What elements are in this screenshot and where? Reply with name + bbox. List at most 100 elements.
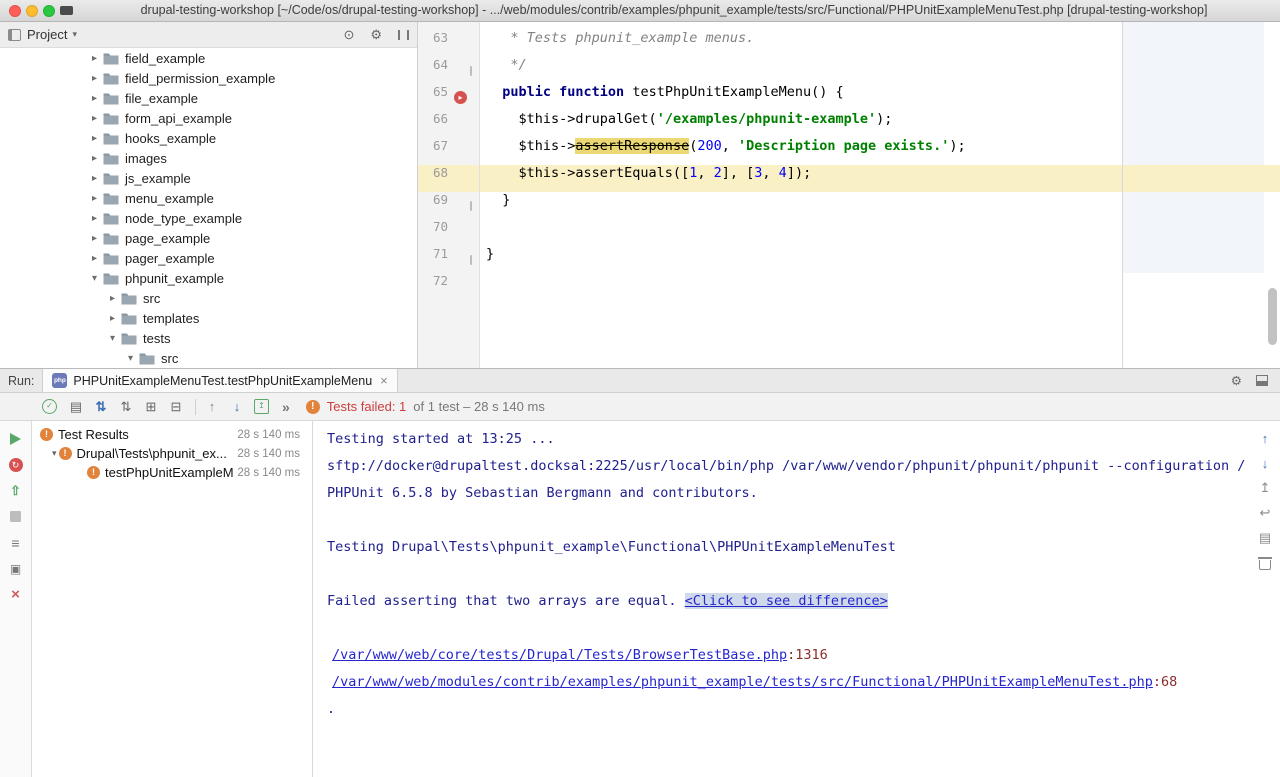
code-line-66[interactable]: $this->drupalGet('/examples/phpunit-exam…	[480, 111, 1280, 138]
rerun-failed-tests-button[interactable]: ↻	[9, 457, 23, 472]
code-line-68-current[interactable]: $this->assertEquals([1, 2], [3, 4]);	[480, 165, 1280, 192]
project-tree-item[interactable]: ▸ images	[0, 148, 417, 168]
disclosure-triangle-icon[interactable]: ▸	[88, 153, 101, 164]
disclosure-triangle-icon[interactable]: ▾	[88, 273, 101, 284]
locate-icon[interactable]: ⊙	[343, 27, 354, 43]
code-area[interactable]: * Tests phpunit_example menus. */ public…	[480, 30, 1280, 300]
line-number[interactable]: 71	[420, 246, 448, 273]
pin-tab-button[interactable]: ▣	[10, 561, 21, 576]
disclosure-triangle-icon[interactable]: ▸	[88, 233, 101, 244]
code-line-67[interactable]: $this->assertResponse(200, 'Description …	[480, 138, 1280, 165]
fold-marker-icon[interactable]	[470, 255, 472, 265]
project-tree-item[interactable]: ▸ node_type_example	[0, 208, 417, 228]
gear-icon[interactable]: ⚙	[370, 27, 382, 43]
disclosure-triangle-icon[interactable]: ▸	[88, 173, 101, 184]
import-test-results-icon[interactable]: ↥	[254, 399, 269, 414]
project-tree-item[interactable]: ▸ src	[0, 288, 417, 308]
scroll-up-icon[interactable]: ↑	[1262, 431, 1269, 445]
toggle-auto-test-button[interactable]: ⇧	[10, 483, 21, 498]
disclosure-triangle-icon[interactable]: ▸	[88, 53, 101, 64]
hide-passed-icon[interactable]: ✓	[42, 399, 57, 414]
code-line-65[interactable]: public function testPhpUnitExampleMenu()…	[480, 84, 1280, 111]
sort-alphabetically-icon[interactable]: ⇅	[118, 399, 134, 415]
scroll-down-icon[interactable]: ↓	[1262, 456, 1269, 470]
export-icon[interactable]: ↥	[1260, 481, 1271, 495]
fold-marker-icon[interactable]	[470, 201, 472, 211]
rerun-button[interactable]	[10, 431, 21, 446]
project-tree-item[interactable]: ▸ pager_example	[0, 248, 417, 268]
see-difference-link[interactable]: <Click to see difference>	[685, 593, 888, 609]
test-tree-row[interactable]: ! testPhpUnitExampleM 28 s 140 ms	[33, 463, 312, 482]
test-tree-row[interactable]: ▾ ! Drupal\Tests\phpunit_ex... 28 s 140 …	[33, 444, 312, 463]
disclosure-triangle-icon[interactable]: ▸	[88, 133, 101, 144]
line-number[interactable]: 66	[420, 111, 448, 138]
disclosure-triangle-icon[interactable]: ▸	[106, 313, 119, 324]
disclosure-triangle-icon[interactable]: ▸	[88, 93, 101, 104]
fold-marker-icon[interactable]	[470, 66, 472, 76]
editor[interactable]: 63 64 65 ▸ 66 67 68 69 70 71 72 * Tests p…	[418, 22, 1280, 368]
disclosure-triangle-icon[interactable]: ▾	[52, 448, 57, 459]
soft-wrap-icon[interactable]: ↩	[1260, 506, 1271, 520]
disclosure-triangle-icon[interactable]: ▸	[88, 73, 101, 84]
run-tab[interactable]: php PHPUnitExampleMenuTest.testPhpUnitEx…	[42, 369, 397, 392]
line-number[interactable]: 69	[420, 192, 448, 219]
line-number[interactable]: 64	[420, 57, 448, 84]
project-tree-item[interactable]: ▾ phpunit_example	[0, 268, 417, 288]
disclosure-triangle-icon[interactable]: ▸	[88, 253, 101, 264]
restore-layout-button[interactable]: ≡	[11, 535, 19, 550]
project-tree-item[interactable]: ▸ js_example	[0, 168, 417, 188]
more-actions-chevron-icon[interactable]: »	[282, 399, 290, 415]
close-run-panel-button[interactable]: ×	[11, 587, 20, 602]
stacktrace-link[interactable]: /var/www/web/core/tests/Drupal/Tests/Bro…	[332, 647, 787, 663]
line-number[interactable]: 65	[420, 84, 448, 111]
project-tree-item[interactable]: ▸ file_example	[0, 88, 417, 108]
minimize-window-button[interactable]	[26, 5, 38, 17]
project-tree-item[interactable]: ▸ page_example	[0, 228, 417, 248]
line-number[interactable]: 63	[420, 30, 448, 57]
code-line-64[interactable]: */	[480, 57, 1280, 84]
chevron-down-icon[interactable]: ▾	[72, 29, 77, 40]
zoom-window-button[interactable]	[43, 5, 55, 17]
disclosure-triangle-icon[interactable]: ▸	[88, 193, 101, 204]
project-tree-item[interactable]: ▸ field_permission_example	[0, 68, 417, 88]
expand-all-icon[interactable]: ⊞	[143, 399, 159, 415]
show-passed-console-icon[interactable]: ▤	[68, 399, 84, 415]
disclosure-triangle-icon[interactable]: ▸	[106, 293, 119, 304]
failed-test-run-icon[interactable]: ▸	[454, 91, 467, 104]
print-icon[interactable]: ▤	[1259, 531, 1271, 545]
hide-panel-icon[interactable]	[398, 30, 409, 40]
hide-panel-icon[interactable]	[1256, 375, 1268, 386]
line-number[interactable]: 70	[420, 219, 448, 246]
disclosure-triangle-icon[interactable]: ▾	[106, 333, 119, 344]
code-line-63[interactable]: * Tests phpunit_example menus.	[480, 30, 1280, 57]
project-tree-item[interactable]: ▾ src	[0, 348, 417, 368]
project-tree-item[interactable]: ▾ tests	[0, 328, 417, 348]
line-number[interactable]: 67	[420, 138, 448, 165]
stacktrace-link[interactable]: /var/www/web/modules/contrib/examples/ph…	[332, 674, 1153, 690]
project-panel-title[interactable]: Project	[27, 27, 67, 42]
project-tree-item[interactable]: ▸ form_api_example	[0, 108, 417, 128]
test-tree-row[interactable]: ! Test Results 28 s 140 ms	[33, 425, 312, 444]
close-tab-icon[interactable]: ×	[380, 373, 388, 388]
collapse-all-icon[interactable]: ⊟	[168, 399, 184, 415]
editor-gutter[interactable]: 63 64 65 ▸ 66 67 68 69 70 71 72	[418, 22, 480, 368]
project-tree-item[interactable]: ▸ hooks_example	[0, 128, 417, 148]
disclosure-triangle-icon[interactable]: ▾	[124, 353, 137, 364]
line-number[interactable]: 68	[420, 165, 448, 192]
gear-icon[interactable]: ⚙	[1231, 373, 1242, 388]
code-line-71[interactable]: }	[480, 246, 1280, 273]
clear-all-icon[interactable]	[1259, 560, 1271, 570]
previous-failed-test-icon[interactable]: ↑	[204, 399, 220, 414]
code-line-70[interactable]	[480, 219, 1280, 246]
line-number[interactable]: 72	[420, 273, 448, 300]
disclosure-triangle-icon[interactable]: ▸	[88, 113, 101, 124]
test-console[interactable]: Testing started at 13:25 ... sftp://dock…	[314, 421, 1280, 777]
sort-by-duration-icon[interactable]: ⇅	[93, 399, 109, 415]
project-tree-item[interactable]: ▸ field_example	[0, 48, 417, 68]
code-line-69[interactable]: }	[480, 192, 1280, 219]
project-tree-item[interactable]: ▸ templates	[0, 308, 417, 328]
code-line-72[interactable]	[480, 273, 1280, 300]
disclosure-triangle-icon[interactable]: ▸	[88, 213, 101, 224]
close-window-button[interactable]	[9, 5, 21, 17]
stop-button[interactable]	[10, 509, 21, 524]
